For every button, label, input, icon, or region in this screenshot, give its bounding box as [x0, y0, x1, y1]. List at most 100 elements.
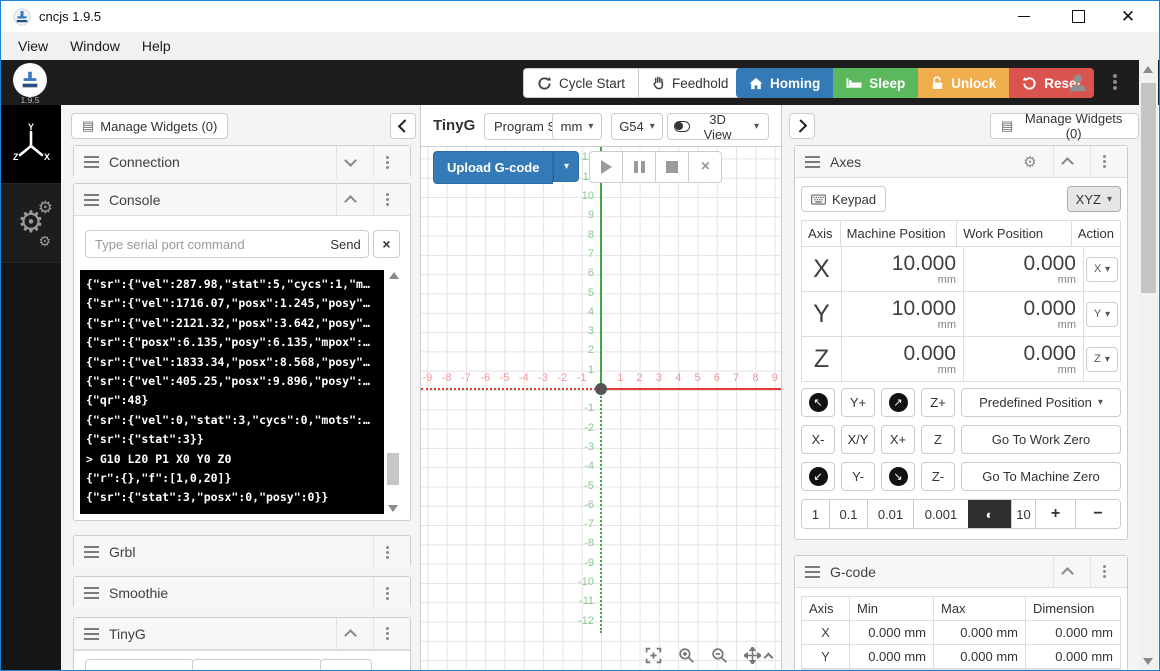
cycle-start-button[interactable]: Cycle Start	[523, 68, 638, 98]
header-menu-button[interactable]	[1113, 80, 1117, 84]
program-state-button[interactable]: Program S	[484, 113, 558, 140]
upload-gcode-button[interactable]: Upload G-code	[433, 151, 553, 184]
axes-collapse-button[interactable]	[1053, 146, 1080, 177]
send-button[interactable]: Send	[323, 230, 369, 258]
tinyg-button-stub[interactable]	[85, 659, 194, 671]
menu-help[interactable]: Help	[131, 35, 182, 57]
drag-handle-icon[interactable]	[84, 633, 99, 635]
caret-up-icon[interactable]	[764, 653, 774, 663]
menu-window[interactable]: Window	[59, 35, 131, 57]
tinyg-menu-button[interactable]	[373, 618, 400, 649]
view-mode-caret-button[interactable]: ▾	[745, 113, 769, 140]
rail-settings-item[interactable]: ⚙ ⚙ ⚙	[1, 184, 61, 263]
scroll-up-icon[interactable]	[389, 272, 399, 279]
drag-handle-icon[interactable]	[84, 551, 99, 553]
drag-handle-icon[interactable]	[805, 571, 820, 573]
expand-panel-button[interactable]	[789, 113, 815, 139]
gcode-menu-button[interactable]	[1090, 556, 1117, 587]
axes-menu-button[interactable]	[1090, 146, 1117, 177]
step-value: 10	[1012, 500, 1036, 528]
axes-settings-button[interactable]: ⚙	[1017, 146, 1043, 177]
rail-axes-item[interactable]: YZX	[1, 105, 61, 184]
jog-xy-down-left-button[interactable]: ↙	[801, 462, 835, 491]
step-increase-button[interactable]: +	[1036, 500, 1076, 528]
stop-button[interactable]	[656, 151, 689, 183]
drag-handle-icon[interactable]	[805, 161, 820, 163]
go-to-work-zero-button[interactable]: Go To Work Zero	[961, 425, 1121, 454]
smoothie-menu-button[interactable]	[373, 577, 400, 609]
step-toggle-button[interactable]: ◐	[968, 500, 1012, 528]
collapse-sidebar-button[interactable]	[390, 113, 416, 139]
window-scroll-thumb[interactable]	[1141, 83, 1156, 293]
drag-handle-icon[interactable]	[84, 199, 99, 201]
minimize-button[interactable]	[1001, 1, 1047, 31]
pause-button[interactable]	[623, 151, 656, 183]
close-gcode-button[interactable]: ×	[689, 151, 722, 183]
jog-z-minus-button[interactable]: Z-	[921, 462, 955, 491]
console-command-input[interactable]	[85, 230, 324, 258]
close-button[interactable]: ✕	[1105, 1, 1151, 31]
axis-action-button[interactable]: Y▾	[1086, 302, 1118, 327]
console-output[interactable]: {"sr":{"vel":287.98,"stat":5,"cycs":1,"m…	[80, 270, 384, 514]
unlock-button[interactable]: Unlock	[918, 68, 1009, 98]
tinyg-button-stub[interactable]	[192, 659, 322, 671]
jog-xy-down-right-button[interactable]: ↘	[881, 462, 915, 491]
jog-x-minus-button[interactable]: X-	[801, 425, 835, 454]
manage-widgets-button-left[interactable]: ▤ Manage Widgets (0)	[71, 113, 228, 139]
manage-widgets-button-right[interactable]: ▤ Manage Widgets (0)	[990, 113, 1139, 139]
axis-select-dropdown[interactable]: XYZ ▾	[1067, 186, 1121, 212]
scroll-down-icon[interactable]	[1143, 658, 1153, 665]
scroll-up-icon[interactable]	[1143, 66, 1153, 73]
jog-x-plus-button[interactable]: X+	[881, 425, 915, 454]
tinyg-collapse-button[interactable]	[336, 618, 363, 649]
axis-action-button[interactable]: Z▾	[1086, 347, 1118, 372]
zoom-out-icon[interactable]	[711, 647, 728, 664]
wcs-dropdown[interactable]: G54▾	[611, 113, 663, 140]
connection-collapse-button[interactable]	[336, 146, 363, 178]
jog-y-minus-button[interactable]: Y-	[841, 462, 875, 491]
jog-xy-up-right-button[interactable]: ↗	[881, 388, 915, 417]
step-decrease-button[interactable]: −	[1076, 500, 1120, 528]
clear-console-button[interactable]: ×	[373, 230, 400, 258]
grbl-menu-button[interactable]	[373, 536, 400, 568]
predefined-position-dropdown[interactable]: Predefined Position ▾	[961, 388, 1121, 417]
window-scrollbar[interactable]	[1139, 60, 1158, 670]
jog-z-plus-button[interactable]: Z+	[921, 388, 955, 417]
y-axis-label: -3	[568, 441, 594, 453]
console-scroll-thumb[interactable]	[387, 453, 399, 485]
keypad-button[interactable]: Keypad	[801, 186, 886, 212]
feedhold-button[interactable]: Feedhold	[638, 68, 742, 98]
tinyg-button-stub[interactable]	[320, 659, 372, 671]
drag-handle-icon[interactable]	[84, 592, 99, 594]
jog-step-button[interactable]: 0.001	[914, 500, 968, 528]
zoom-in-icon[interactable]	[678, 647, 695, 664]
go-to-machine-zero-button[interactable]: Go To Machine Zero	[961, 462, 1121, 491]
axis-action-button[interactable]: X▾	[1086, 257, 1118, 282]
work-position-value: 0.000	[1023, 298, 1076, 319]
jog-z-zero-button[interactable]: Z	[921, 425, 955, 454]
homing-button[interactable]: Homing	[736, 68, 833, 98]
upload-gcode-caret-button[interactable]: ▾	[553, 151, 579, 182]
fit-view-icon[interactable]	[645, 647, 662, 664]
visualizer-canvas[interactable]: 121110987654321-1-2-3-4-5-6-7-8-9-10-11-…	[421, 146, 781, 670]
scroll-down-icon[interactable]	[388, 505, 398, 512]
view-mode-button[interactable]: 3D View	[667, 113, 746, 140]
gcode-collapse-button[interactable]	[1053, 556, 1080, 587]
console-collapse-button[interactable]	[336, 184, 363, 215]
console-menu-button[interactable]	[373, 184, 400, 215]
account-button[interactable]	[1067, 72, 1089, 99]
jog-step-button[interactable]: 1	[802, 500, 830, 528]
units-dropdown[interactable]: mm▾	[552, 113, 602, 140]
sleep-button[interactable]: Sleep	[833, 68, 918, 98]
maximize-button[interactable]	[1055, 1, 1101, 31]
jog-xy-up-left-button[interactable]: ↖	[801, 388, 835, 417]
menu-view[interactable]: View	[7, 35, 59, 57]
jog-step-button[interactable]: 0.01	[868, 500, 914, 528]
jog-xy-zero-button[interactable]: X/Y	[841, 425, 875, 454]
play-button[interactable]	[589, 151, 623, 183]
drag-handle-icon[interactable]	[84, 161, 99, 163]
jog-y-plus-button[interactable]: Y+	[841, 388, 875, 417]
connection-menu-button[interactable]	[373, 146, 400, 178]
pan-icon[interactable]	[744, 647, 761, 664]
jog-step-button[interactable]: 0.1	[830, 500, 868, 528]
